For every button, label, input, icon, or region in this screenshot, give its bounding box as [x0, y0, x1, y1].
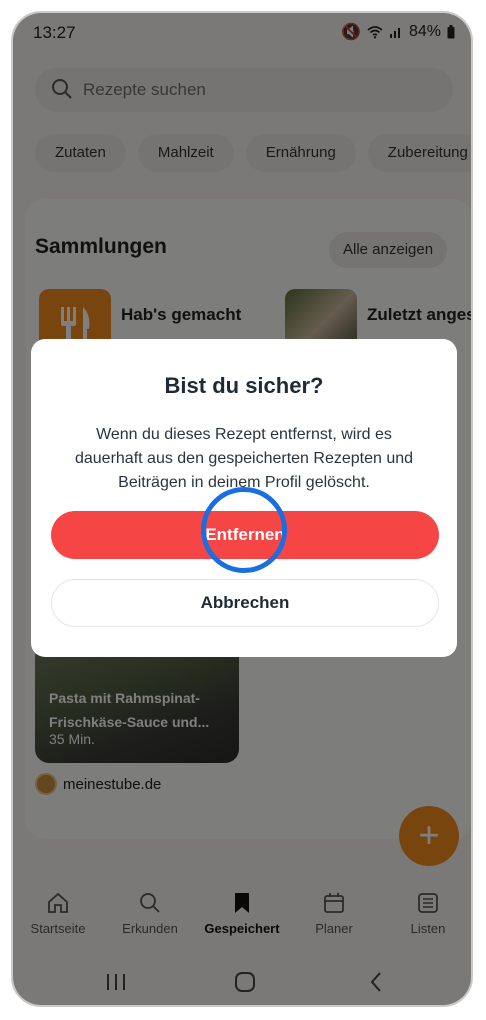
dialog-title: Bist du sicher? — [164, 373, 324, 398]
confirm-dialog: Bist du sicher? Wenn du dieses Rezept en… — [31, 339, 457, 657]
cancel-button[interactable]: Abbrechen — [51, 579, 439, 627]
dialog-message: Wenn du dieses Rezept entfernst, wird es… — [74, 426, 414, 491]
phone-screen: 13:27 🔇 84% Rezepte suchen Zutaten Mahlz… — [11, 11, 473, 1007]
tap-indicator — [201, 487, 287, 573]
